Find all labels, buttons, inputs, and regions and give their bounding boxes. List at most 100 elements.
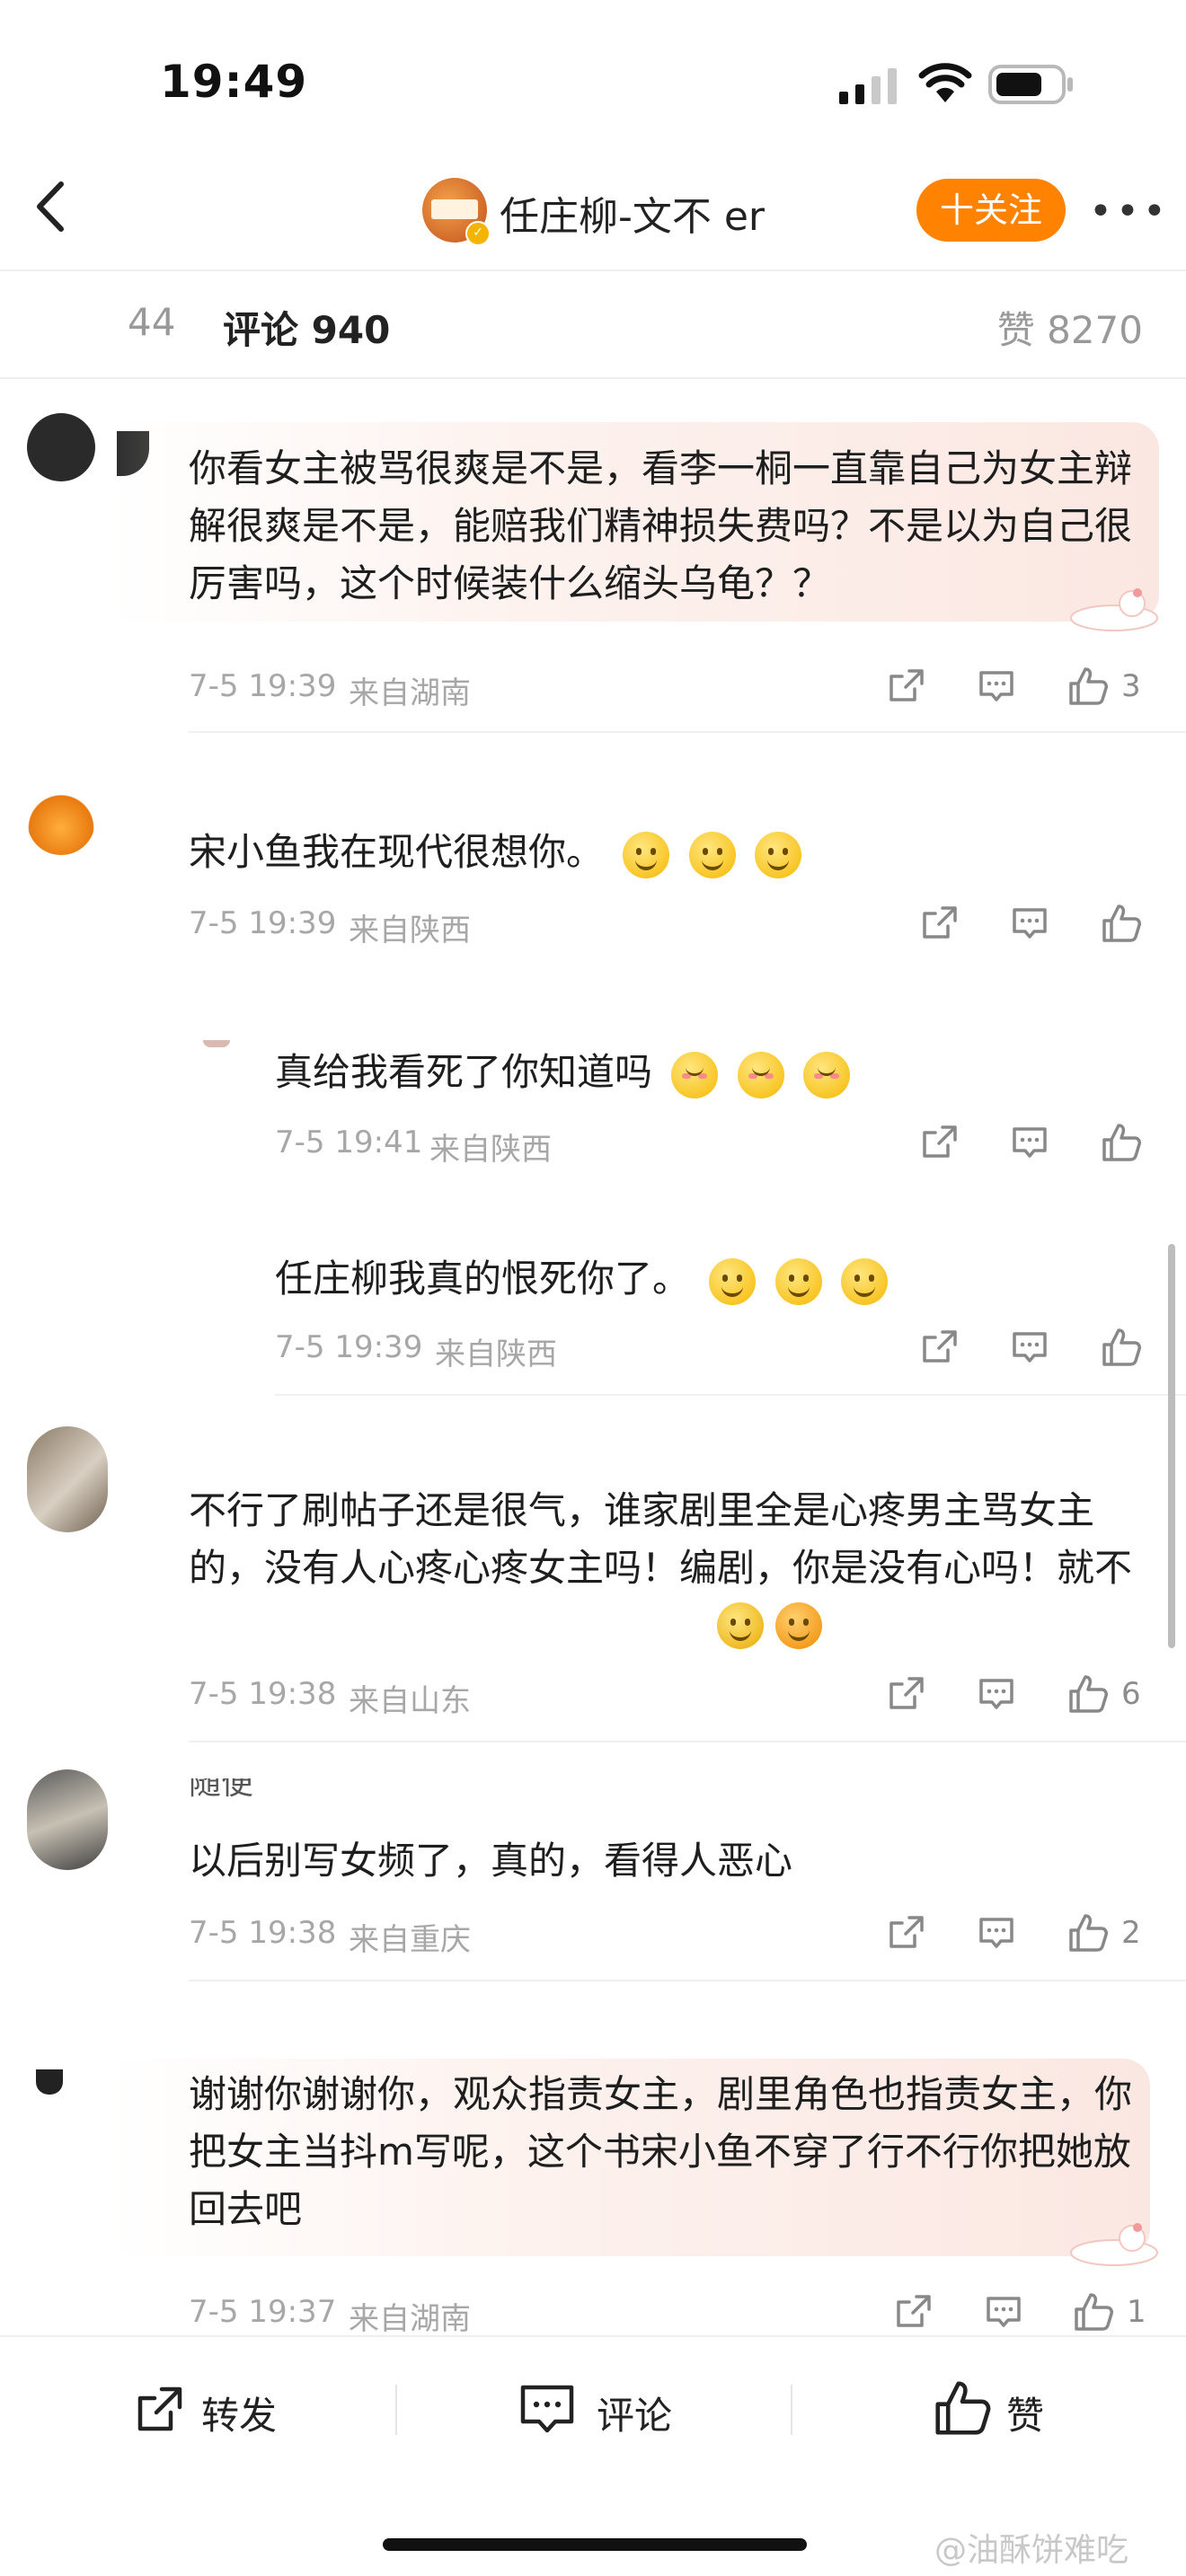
shy-emoji-icon xyxy=(671,1051,719,1098)
commenter-name-fragment: 随便 xyxy=(189,1778,254,1798)
comment-location: 来自湖南 xyxy=(349,2301,471,2337)
commenter-avatar-fragment[interactable] xyxy=(36,2069,63,2095)
wifi-icon xyxy=(918,63,972,102)
commenter-avatar[interactable] xyxy=(27,1426,108,1532)
like-count: 2 xyxy=(1121,1915,1141,1951)
comment-text: 以后别写女频了，真的，看得人恶心 xyxy=(189,1839,793,1883)
status-time: 19:49 xyxy=(160,56,308,108)
reply-location: 来自陕西 xyxy=(435,1337,557,1372)
like-icon[interactable] xyxy=(1101,903,1142,944)
comment-time: 7-5 19:37 xyxy=(189,2294,337,2330)
thinking-emoji-icon xyxy=(717,1602,764,1649)
comment-divider xyxy=(189,731,1186,733)
comment-location: 来自重庆 xyxy=(349,1922,471,1958)
repost-label: 转发 xyxy=(201,2394,278,2438)
reply-icon[interactable] xyxy=(978,1914,1015,1952)
reply-icon[interactable] xyxy=(985,2293,1022,2331)
share-icon[interactable] xyxy=(895,2293,933,2331)
follow-button[interactable]: 十关注 xyxy=(916,179,1066,242)
comment-time: 7-5 19:38 xyxy=(189,1915,337,1951)
reply-icon[interactable] xyxy=(1011,1124,1049,1161)
comment-icon xyxy=(520,2385,574,2433)
reply-text-line: 真给我看死了你知道吗 xyxy=(275,1042,851,1098)
repost-button[interactable]: 转发 xyxy=(135,2380,296,2439)
like-icon[interactable] xyxy=(1067,1912,1109,1954)
like-label: 赞 xyxy=(1006,2394,1045,2438)
comment-time: 7-5 19:39 xyxy=(189,668,337,704)
reply-time: 7-5 19:41 xyxy=(275,1125,423,1160)
comment-text: 你看女主被骂很爽是不是，看李一桐一直靠自己为女主辩解很爽是不是，能赔我们精神损失… xyxy=(189,446,1133,605)
smile-emoji-icon xyxy=(623,831,670,878)
reply-time: 7-5 19:39 xyxy=(275,1329,423,1365)
comment-location: 来自陕西 xyxy=(349,913,471,948)
reply-location: 来自陕西 xyxy=(429,1132,552,1168)
share-icon[interactable] xyxy=(888,1914,925,1952)
author-name[interactable]: 任庄柳-文不 er xyxy=(500,184,765,242)
comment-location: 来自湖南 xyxy=(349,675,471,711)
like-count: 1 xyxy=(1127,2294,1146,2330)
tabs-divider xyxy=(0,377,1186,379)
reply-text: 任庄柳我真的恨死你了。 xyxy=(275,1257,691,1301)
bubble-sticker-icon xyxy=(1060,584,1159,634)
home-indicator[interactable] xyxy=(383,2538,807,2551)
tab-comments[interactable]: 评论 940 xyxy=(223,300,390,355)
smile-emoji-icon xyxy=(841,1257,889,1305)
comment-divider xyxy=(275,1394,1186,1396)
bottom-divider xyxy=(395,2385,397,2435)
like-count: 6 xyxy=(1121,1676,1141,1712)
shy-emoji-icon xyxy=(803,1051,851,1098)
comment-button[interactable]: 评论 xyxy=(519,2380,681,2439)
like-icon[interactable] xyxy=(1073,2291,1114,2333)
commenter-avatar[interactable] xyxy=(27,413,95,481)
like-icon[interactable] xyxy=(1101,1122,1142,1163)
angry-emoji-icon xyxy=(775,1602,823,1649)
like-icon[interactable] xyxy=(1067,1673,1109,1715)
commenter-avatar[interactable] xyxy=(27,787,95,855)
share-icon[interactable] xyxy=(888,667,925,705)
verified-badge-icon: ✓ xyxy=(465,221,491,246)
comment-text: 谢谢你谢谢你，观众指责女主，剧里角色也指责女主，你把女主当抖m写呢，这个书宋小鱼… xyxy=(189,2072,1133,2231)
comment-text-line: 宋小鱼我在现代很想你。 xyxy=(189,822,802,878)
smile-emoji-icon xyxy=(709,1257,757,1305)
watermark: @油酥饼难吃 xyxy=(934,2532,1129,2569)
share-icon[interactable] xyxy=(921,1328,959,1366)
reply-icon[interactable] xyxy=(978,1675,1015,1713)
comment-time: 7-5 19:39 xyxy=(189,905,337,941)
comment-location: 来自山东 xyxy=(349,1683,471,1719)
like-thumb-icon xyxy=(935,2381,991,2435)
comment-text: 不行了刷帖子还是很气，谁家剧里全是心疼男主骂女主的，没有人心疼心疼女主吗！编剧，… xyxy=(189,1488,1132,1590)
reply-text: 真给我看死了你知道吗 xyxy=(275,1050,653,1094)
like-icon[interactable] xyxy=(1101,1327,1142,1368)
comment-divider xyxy=(189,1980,1186,1981)
tab-reposts[interactable]: 44 xyxy=(128,300,175,344)
repost-icon xyxy=(137,2386,182,2431)
comment-label: 评论 xyxy=(597,2394,673,2438)
commenter-avatar[interactable] xyxy=(27,1769,108,1870)
reply-icon[interactable] xyxy=(1011,904,1049,942)
comment-time: 7-5 19:38 xyxy=(189,1676,337,1712)
share-icon[interactable] xyxy=(921,1124,959,1161)
shy-emoji-icon xyxy=(737,1051,784,1098)
smile-emoji-icon xyxy=(688,831,736,878)
reply-icon[interactable] xyxy=(1011,1328,1049,1366)
share-icon[interactable] xyxy=(888,1675,925,1713)
comment-text: 宋小鱼我在现代很想你。 xyxy=(189,830,605,874)
smile-emoji-icon xyxy=(755,831,802,878)
reply-icon[interactable] xyxy=(978,667,1015,705)
scrollbar[interactable] xyxy=(1168,1244,1175,1648)
bottom-bar-divider xyxy=(0,2335,1186,2337)
more-options-icon[interactable]: ••• xyxy=(1089,189,1170,234)
signal-icon xyxy=(839,68,897,104)
header-divider xyxy=(0,269,1186,271)
reply-text-line: 任庄柳我真的恨死你了。 xyxy=(275,1248,889,1305)
like-count: 3 xyxy=(1121,668,1141,704)
comment-emoji-row xyxy=(710,1602,823,1649)
bottom-divider xyxy=(791,2385,792,2435)
back-arrow-icon[interactable] xyxy=(27,175,81,238)
like-icon[interactable] xyxy=(1067,666,1109,707)
comment-divider xyxy=(189,1741,1186,1742)
smile-emoji-icon xyxy=(774,1257,822,1305)
tab-likes[interactable]: 赞 8270 xyxy=(997,300,1143,355)
like-button[interactable]: 赞 xyxy=(933,2377,1067,2439)
share-icon[interactable] xyxy=(921,904,959,942)
